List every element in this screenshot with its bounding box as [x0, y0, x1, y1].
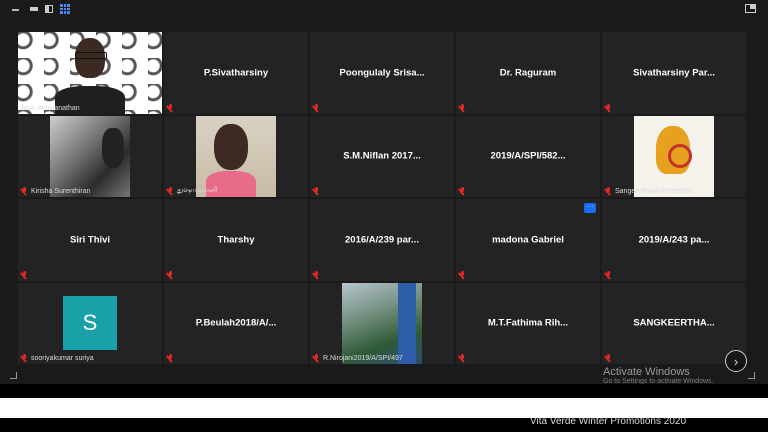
- participant-tile[interactable]: 2019/A/SPI/582...: [456, 115, 600, 197]
- participant-name: Dr. Raguram: [499, 67, 557, 79]
- participant-name: 2016/A/239 par...: [345, 234, 419, 246]
- minimize-icon[interactable]: [12, 9, 19, 11]
- muted-mic-icon: [313, 270, 320, 279]
- participant-tile[interactable]: S sooriyakumar suriya: [18, 282, 162, 364]
- participant-name: P.Sivatharsiny: [203, 67, 269, 79]
- muted-mic-icon: [21, 270, 28, 279]
- participant-tile[interactable]: P.Beulah2018/A/...: [164, 282, 308, 364]
- gallery-view-icon[interactable]: [60, 4, 70, 14]
- participant-tile[interactable]: SANGKEERTHA...: [602, 282, 746, 364]
- participant-name: 2019/A/243 pa...: [638, 234, 710, 246]
- participant-tile[interactable]: Poongulaly Srisa...: [310, 32, 454, 114]
- participant-tile[interactable]: துஷாபாலனி: [164, 115, 308, 197]
- participant-tile[interactable]: Sivatharsiny Par...: [602, 32, 746, 114]
- promo-strip: Vita Verde Winter Promotions 2020: [0, 418, 768, 432]
- muted-mic-icon: [605, 103, 612, 112]
- muted-mic-icon: [21, 354, 28, 362]
- muted-mic-icon: [605, 354, 612, 362]
- participant-name: SANGKEERTHA...: [633, 317, 715, 329]
- participant-tile[interactable]: Dr. Raguram: [456, 32, 600, 114]
- muted-mic-icon: [167, 186, 174, 195]
- participant-name: S.M.Niflan 2017...: [343, 150, 421, 162]
- avatar: S: [63, 296, 117, 351]
- muted-mic-icon: [459, 187, 466, 195]
- muted-mic-icon: [459, 103, 466, 112]
- muted-mic-icon: [167, 270, 174, 279]
- participant-name: Siri Thivi: [69, 234, 111, 246]
- participant-label: துஷாபாலனி: [167, 186, 218, 195]
- resize-handle-icon[interactable]: [10, 372, 17, 379]
- participant-tile[interactable]: 2019/A/243 pa...: [602, 199, 746, 281]
- participant-name: Poongulaly Srisa...: [339, 67, 425, 79]
- activate-windows-watermark: Activate Windows Go to Settings to activ…: [603, 366, 714, 385]
- muted-mic-icon: [167, 354, 174, 362]
- promo-text: Vita Verde Winter Promotions 2020: [530, 418, 687, 427]
- participant-name: P.Beulah2018/A/...: [195, 317, 277, 329]
- participant-tile[interactable]: Arun Ayokianathan: [18, 32, 162, 114]
- participant-tile[interactable]: P.Sivatharsiny: [164, 32, 308, 114]
- muted-mic-icon: [21, 187, 28, 195]
- split-view-icon[interactable]: [45, 5, 53, 13]
- muted-mic-icon: [313, 187, 320, 195]
- participant-tile[interactable]: ··· madona Gabriel: [456, 199, 600, 281]
- participant-label: sooriyakumar suriya: [21, 354, 94, 362]
- participant-tile[interactable]: 2016/A/239 par...: [310, 199, 454, 281]
- resize-handle-icon[interactable]: [748, 372, 755, 379]
- participant-tile[interactable]: S.M.Niflan 2017...: [310, 115, 454, 197]
- bottom-strip: [0, 384, 768, 398]
- participant-label: Arun Ayokianathan: [21, 104, 80, 112]
- participant-label: Sangeerthana Purendran: [605, 187, 694, 195]
- next-page-button[interactable]: ›: [725, 350, 747, 372]
- participant-video: [634, 115, 714, 197]
- muted-mic-icon: [459, 354, 466, 362]
- participant-name: M.T.Fathima Rih...: [487, 317, 569, 329]
- participant-tile[interactable]: Sangeerthana Purendran: [602, 115, 746, 197]
- more-options-button[interactable]: ···: [584, 203, 596, 213]
- participant-video: [196, 115, 276, 197]
- muted-mic-icon: [313, 103, 320, 112]
- participant-tile[interactable]: R.Nirojani2019/A/SPI/497: [310, 282, 454, 364]
- participant-tile[interactable]: Siri Thivi: [18, 199, 162, 281]
- mini-view-icon[interactable]: [30, 7, 38, 11]
- participant-label: Kirisha Surenthiran: [21, 187, 91, 195]
- exit-fullscreen-icon[interactable]: [745, 4, 756, 13]
- participant-video: [50, 115, 130, 197]
- participant-tile[interactable]: Tharshy: [164, 199, 308, 281]
- participant-tile[interactable]: Kirisha Surenthiran: [18, 115, 162, 197]
- participant-name: madona Gabriel: [492, 234, 564, 246]
- participant-video: [342, 282, 422, 364]
- background-band: [0, 398, 768, 418]
- muted-mic-icon: [459, 270, 466, 279]
- window-toolbar: [0, 0, 768, 18]
- participant-name: Sivatharsiny Par...: [633, 67, 715, 79]
- muted-mic-icon: [605, 187, 612, 195]
- muted-mic-icon: [313, 354, 320, 362]
- participant-label: R.Nirojani2019/A/SPI/497: [313, 354, 403, 362]
- participant-video: [18, 32, 162, 114]
- participant-tile[interactable]: M.T.Fathima Rih...: [456, 282, 600, 364]
- participant-name: 2019/A/SPI/582...: [490, 150, 566, 162]
- gallery-grid: Arun Ayokianathan P.Sivatharsiny Poongul…: [18, 32, 746, 364]
- muted-mic-icon: [167, 103, 174, 112]
- participant-name: Tharshy: [217, 234, 255, 246]
- muted-mic-icon: [605, 270, 612, 279]
